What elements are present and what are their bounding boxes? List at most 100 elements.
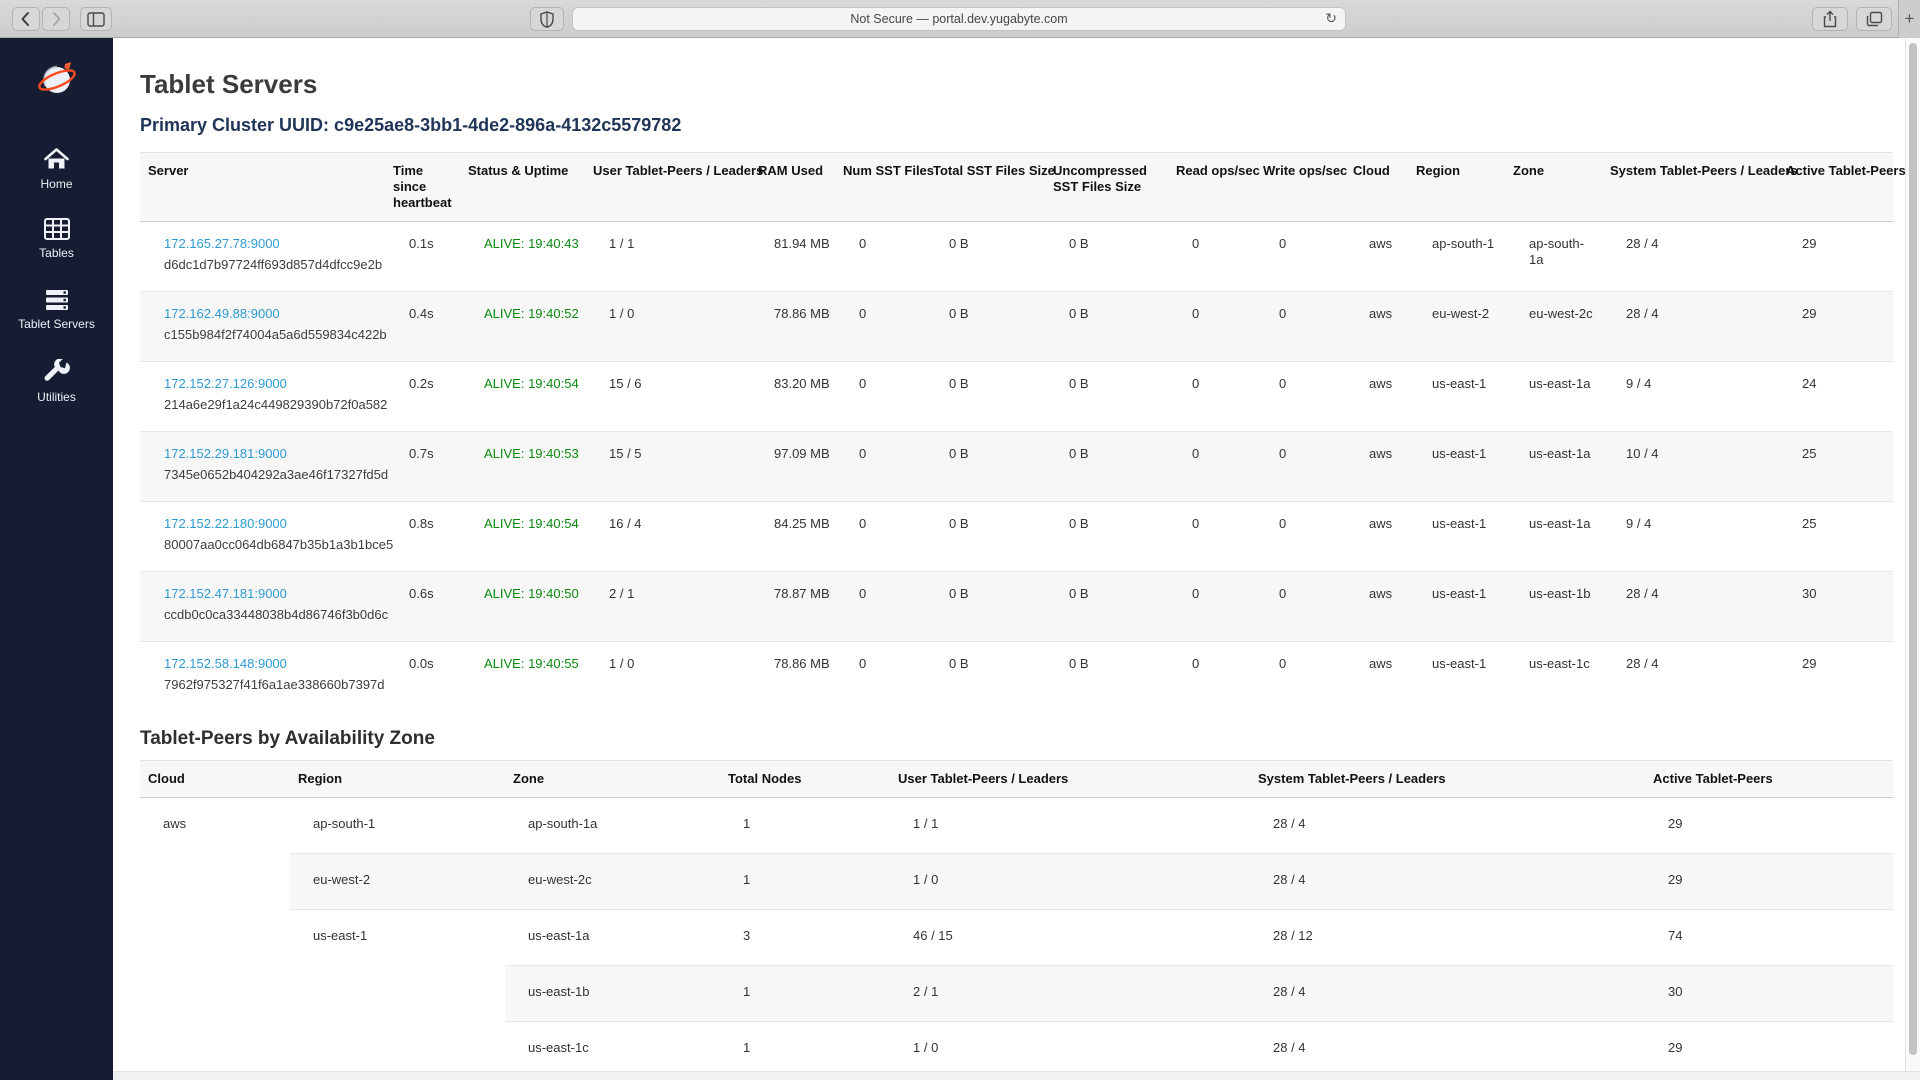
reload-icon[interactable]: ↻ (1325, 10, 1337, 27)
zone-value: us-east-1b (505, 965, 720, 1021)
sidebar-nav: Home Tables Tabl (0, 38, 113, 1080)
col-num-sst-files: Num SST Files (835, 153, 925, 222)
sidebar-item-utilities[interactable]: Utilities (0, 355, 113, 426)
server-link[interactable]: 172.152.27.126:9000 (164, 376, 287, 391)
region-value: us-east-1 (1408, 642, 1505, 712)
ram-used-value: 83.20 MB (750, 362, 835, 432)
total-nodes-value: 1 (720, 797, 890, 853)
ram-used-value: 84.25 MB (750, 502, 835, 572)
sidebar-toggle-button[interactable] (80, 7, 112, 31)
col-system-tablet-peers: System Tablet-Peers / Leaders (1250, 760, 1645, 797)
server-link[interactable]: 172.165.27.78:9000 (164, 236, 280, 251)
server-uuid: d6dc1d7b97724ff693d857d4dfcc9e2b (164, 257, 381, 273)
az-section-title: Tablet-Peers by Availability Zone (140, 728, 1893, 750)
col-region: Region (1408, 153, 1505, 222)
user-tablet-peers-value: 15 / 5 (585, 432, 750, 502)
privacy-report-button[interactable] (530, 7, 564, 31)
server-uuid: 7962f975327f41f6a1ae338660b7397d (164, 677, 381, 693)
uncompressed-sst-size-value: 0 B (1045, 502, 1168, 572)
active-tablet-peers-value: 74 (1645, 909, 1893, 965)
server-link[interactable]: 172.152.29.181:9000 (164, 446, 287, 461)
forward-button[interactable] (42, 7, 70, 31)
zone-value: ap-south-1a (505, 797, 720, 853)
region-value: eu-west-2 (1408, 292, 1505, 362)
status-badge: ALIVE: 19:40:43 (484, 236, 579, 251)
active-tablet-peers-value: 29 (1645, 1021, 1893, 1077)
num-sst-files-value: 0 (835, 432, 925, 502)
system-tablet-peers-value: 28 / 4 (1250, 797, 1645, 853)
active-tablet-peers-value: 30 (1778, 572, 1893, 642)
sidebar-item-label: Utilities (37, 390, 76, 404)
system-tablet-peers-value: 28 / 4 (1602, 222, 1778, 292)
col-read-ops: Read ops/sec (1168, 153, 1255, 222)
num-sst-files-value: 0 (835, 222, 925, 292)
sidebar-item-home[interactable]: Home (0, 142, 113, 213)
user-tablet-peers-value: 1 / 0 (585, 292, 750, 362)
write-ops-value: 0 (1255, 292, 1345, 362)
uncompressed-sst-size-value: 0 B (1045, 572, 1168, 642)
region-value: ap-south-1 (290, 797, 505, 853)
heartbeat-value: 0.8s (385, 502, 460, 572)
share-button[interactable] (1812, 7, 1848, 31)
zone-value: us-east-1b (1505, 572, 1602, 642)
status-badge: ALIVE: 19:40:50 (484, 586, 579, 601)
col-cloud: Cloud (1345, 153, 1408, 222)
read-ops-value: 0 (1168, 362, 1255, 432)
write-ops-value: 0 (1255, 432, 1345, 502)
tables-grid-icon (44, 217, 70, 241)
zone-value: ap-south-1a (1505, 222, 1602, 292)
write-ops-value: 0 (1255, 642, 1345, 712)
system-tablet-peers-value: 28 / 4 (1602, 572, 1778, 642)
active-tablet-peers-value: 24 (1778, 362, 1893, 432)
col-cloud: Cloud (140, 760, 290, 797)
server-uuid: 214a6e29f1a24c449829390b72f0a582 (164, 397, 381, 413)
scrollbar-thumb[interactable] (1909, 43, 1917, 1055)
system-tablet-peers-value: 28 / 4 (1250, 965, 1645, 1021)
plus-icon: + (1905, 9, 1915, 29)
zone-value: us-east-1a (505, 909, 720, 965)
tablet-servers-table: Server Time since heartbeat Status & Upt… (140, 152, 1893, 712)
heartbeat-value: 0.0s (385, 642, 460, 712)
back-button[interactable] (12, 7, 40, 31)
horizontal-scrollbar-track[interactable] (113, 1071, 1920, 1080)
num-sst-files-value: 0 (835, 572, 925, 642)
user-tablet-peers-value: 2 / 1 (890, 965, 1250, 1021)
server-link[interactable]: 172.152.58.148:9000 (164, 656, 287, 671)
server-link[interactable]: 172.152.47.181:9000 (164, 586, 287, 601)
col-active-tablet-peers: Active Tablet-Peers (1645, 760, 1893, 797)
heartbeat-value: 0.4s (385, 292, 460, 362)
col-user-tablet-peers: User Tablet-Peers / Leaders (585, 153, 750, 222)
system-tablet-peers-value: 28 / 4 (1602, 642, 1778, 712)
server-link[interactable]: 172.152.22.180:9000 (164, 516, 287, 531)
cluster-uuid-heading: Primary Cluster UUID: c9e25ae8-3bb1-4de2… (140, 115, 1893, 144)
privacy-shield-icon (540, 11, 554, 28)
user-tablet-peers-value: 1 / 0 (890, 1021, 1250, 1077)
sidebar-item-tablet-servers[interactable]: Tablet Servers (0, 284, 113, 355)
region-value: ap-south-1 (1408, 222, 1505, 292)
vertical-scrollbar[interactable] (1905, 38, 1920, 1080)
user-tablet-peers-value: 16 / 4 (585, 502, 750, 572)
tab-overview-button[interactable] (1856, 7, 1892, 31)
zone-value: us-east-1a (1505, 502, 1602, 572)
cloud-value: aws (140, 797, 290, 1077)
user-tablet-peers-value: 2 / 1 (585, 572, 750, 642)
col-ram-used: RAM Used (750, 153, 835, 222)
total-nodes-value: 1 (720, 853, 890, 909)
new-tab-button[interactable]: + (1898, 0, 1920, 38)
address-bar[interactable]: Not Secure — portal.dev.yugabyte.com ↻ (572, 7, 1346, 31)
status-badge: ALIVE: 19:40:53 (484, 446, 579, 461)
num-sst-files-value: 0 (835, 292, 925, 362)
table-row: 172.152.47.181:9000 ccdb0c0ca33448038b4d… (140, 572, 1893, 642)
col-zone: Zone (1505, 153, 1602, 222)
status-badge: ALIVE: 19:40:55 (484, 656, 579, 671)
cloud-value: aws (1345, 572, 1408, 642)
yugabyte-logo-icon[interactable] (34, 56, 80, 102)
active-tablet-peers-value: 29 (1645, 853, 1893, 909)
server-uuid: 7345e0652b404292a3ae46f17327fd5d (164, 467, 381, 483)
server-link[interactable]: 172.162.49.88:9000 (164, 306, 280, 321)
sidebar-item-tables[interactable]: Tables (0, 213, 113, 284)
col-active-tablet-peers: Active Tablet-Peers (1778, 153, 1893, 222)
active-tablet-peers-value: 29 (1778, 292, 1893, 362)
total-nodes-value: 1 (720, 1021, 890, 1077)
cloud-value: aws (1345, 432, 1408, 502)
